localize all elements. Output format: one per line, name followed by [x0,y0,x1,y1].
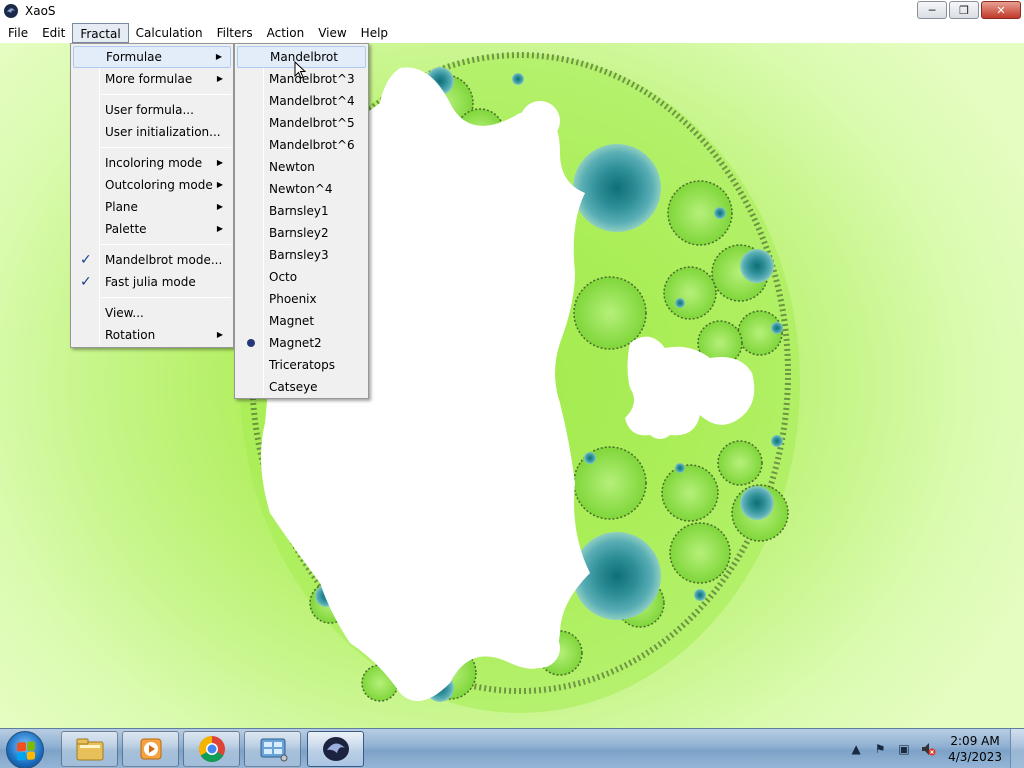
taskbar-control-panel[interactable] [244,731,301,767]
formula-phoenix[interactable]: Phoenix [237,288,366,310]
window-title: XaoS [25,4,56,18]
menu-item-plane[interactable]: Plane ▶ [73,196,231,218]
submenu-arrow-icon: ▶ [216,330,223,339]
taskbar-xaos[interactable] [307,731,364,767]
menu-item-fast-julia-mode[interactable]: ✓ Fast julia mode [73,271,231,293]
formula-newton-4[interactable]: Newton^4 [237,178,366,200]
submenu-arrow-icon: ▶ [215,52,222,61]
checkmark-icon: ✓ [80,274,92,290]
formula-mandelbrot-6[interactable]: Mandelbrot^6 [237,134,366,156]
network-icon[interactable]: ▣ [896,741,912,757]
menu-separator [101,244,231,245]
taskbar: ▲ ⚑ ▣ 2:09 AM 4/3/2023 [0,728,1024,768]
folder-icon [76,738,103,761]
menu-help[interactable]: Help [354,23,395,43]
system-tray: ▲ ⚑ ▣ 2:09 AM 4/3/2023 [844,729,1024,768]
menu-item-user-initialization[interactable]: User initialization... [73,121,231,143]
restore-icon: ❐ [959,3,969,17]
menu-view[interactable]: View [311,23,353,43]
menu-item-incoloring-mode[interactable]: Incoloring mode ▶ [73,152,231,174]
menu-item-view[interactable]: View... [73,302,231,324]
windows-logo-icon [17,741,35,761]
mouse-cursor-icon [294,61,306,79]
menu-separator [101,147,231,148]
menu-file[interactable]: File [1,23,35,43]
media-player-icon [140,738,161,760]
menu-separator [101,94,231,95]
control-panel-icon [260,738,287,762]
menu-action[interactable]: Action [260,23,312,43]
taskbar-chrome[interactable] [183,731,240,767]
radio-selected-icon [247,339,255,347]
submenu-arrow-icon: ▶ [216,224,223,233]
formula-triceratops[interactable]: Triceratops [237,354,366,376]
show-desktop-button[interactable] [1010,729,1024,768]
xaos-icon [4,4,18,18]
submenu-arrow-icon: ▶ [216,74,223,83]
menu-item-palette[interactable]: Palette ▶ [73,218,231,240]
taskbar-explorer[interactable] [61,731,118,767]
submenu-arrow-icon: ▶ [216,158,223,167]
title-bar: XaoS ─ ❐ ✕ [0,0,1024,22]
formula-barnsley3[interactable]: Barnsley3 [237,244,366,266]
formula-mandelbrot-5[interactable]: Mandelbrot^5 [237,112,366,134]
menu-calculation[interactable]: Calculation [129,23,210,43]
minimize-button[interactable]: ─ [917,1,947,19]
menu-filters[interactable]: Filters [210,23,260,43]
formula-mandelbrot-4[interactable]: Mandelbrot^4 [237,90,366,112]
formula-newton[interactable]: Newton [237,156,366,178]
menu-fractal[interactable]: Fractal [72,22,129,43]
action-center-flag-icon[interactable]: ⚑ [872,741,888,757]
submenu-arrow-icon: ▶ [216,202,223,211]
minimize-icon: ─ [928,3,936,17]
close-icon: ✕ [996,3,1006,17]
menu-bar: File Edit Fractal Calculation Filters Ac… [0,22,1024,43]
menu-item-mandelbrot-mode[interactable]: ✓ Mandelbrot mode... [73,249,231,271]
taskbar-clock[interactable]: 2:09 AM 4/3/2023 [948,733,1002,765]
formula-magnet2[interactable]: Magnet2 [237,332,366,354]
formula-octo[interactable]: Octo [237,266,366,288]
xaos-icon [322,737,349,761]
close-button[interactable]: ✕ [981,1,1021,19]
fractal-menu: Formulae ▶ More formulae ▶ User formula.… [70,43,234,348]
taskbar-media-player[interactable] [122,731,179,767]
formula-barnsley1[interactable]: Barnsley1 [237,200,366,222]
start-button[interactable] [6,731,44,768]
submenu-arrow-icon: ▶ [216,180,223,189]
formula-barnsley2[interactable]: Barnsley2 [237,222,366,244]
formulae-submenu: Mandelbrot Mandelbrot^3 Mandelbrot^4 Man… [234,43,369,399]
volume-muted-icon[interactable] [920,741,936,757]
restore-button[interactable]: ❐ [949,1,979,19]
clock-date: 4/3/2023 [948,750,1002,764]
formula-magnet[interactable]: Magnet [237,310,366,332]
formula-catseye[interactable]: Catseye [237,376,366,398]
menu-item-more-formulae[interactable]: More formulae ▶ [73,68,231,90]
show-hidden-icons-icon[interactable]: ▲ [848,741,864,757]
clock-time: 2:09 AM [950,734,1000,748]
menu-item-outcoloring-mode[interactable]: Outcoloring mode ▶ [73,174,231,196]
menu-item-user-formula[interactable]: User formula... [73,99,231,121]
menu-edit[interactable]: Edit [35,23,72,43]
chrome-icon [198,735,225,763]
checkmark-icon: ✓ [80,252,92,268]
menu-item-rotation[interactable]: Rotation ▶ [73,324,231,346]
menu-separator [101,297,231,298]
menu-item-formulae[interactable]: Formulae ▶ [73,46,231,68]
